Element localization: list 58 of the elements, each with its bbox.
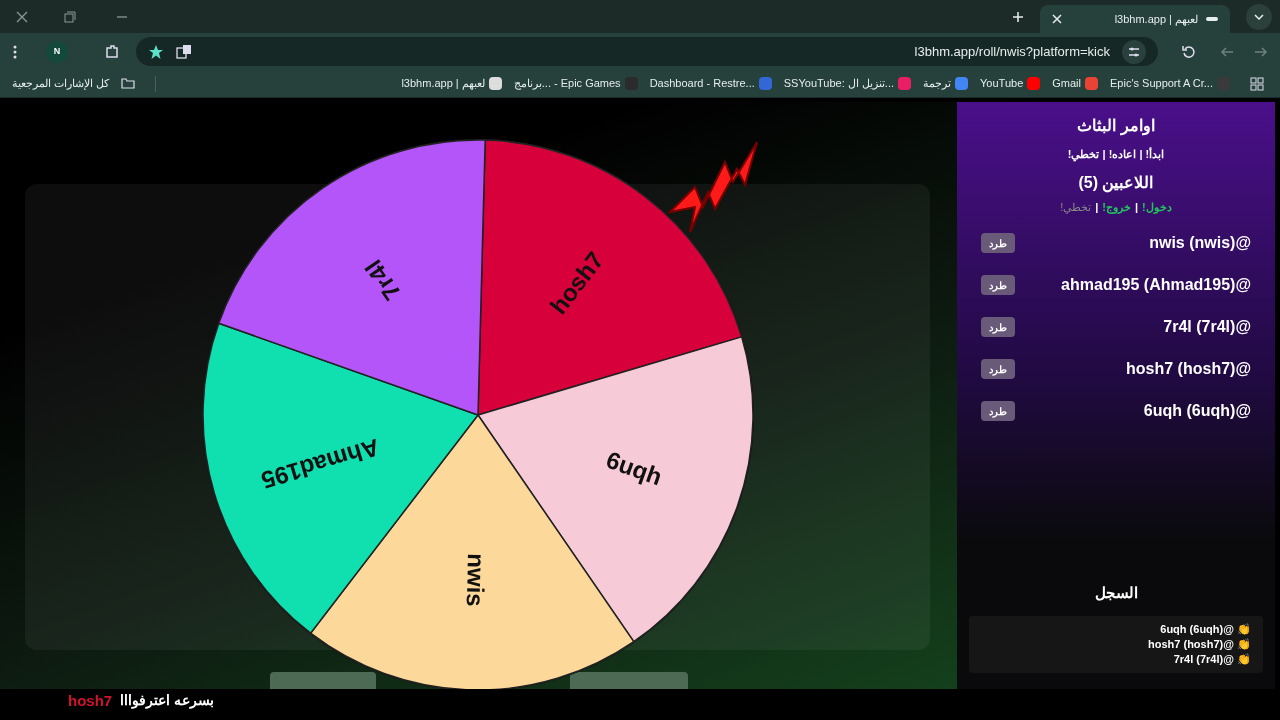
players-title: اللاعبين (5)	[1078, 172, 1154, 195]
chevron-down-icon	[1254, 13, 1264, 20]
tab-title: l3bhm.app | لعبهم	[1114, 11, 1198, 28]
player-name: @6uqh (6uqh)	[1143, 401, 1251, 421]
bookmark-link[interactable]: Gmail	[1052, 75, 1081, 92]
chat-message: بسرعه اعترفوااا	[120, 691, 215, 711]
log-title: السجل	[1094, 582, 1138, 603]
site-settings-button[interactable]	[1122, 39, 1146, 64]
all-bookmarks-link[interactable]: كل الإشارات المرجعية	[12, 75, 110, 92]
command-label: تخطي!	[1060, 199, 1092, 215]
log-entry: 👏 @7r4l (7r4l)	[1172, 652, 1251, 667]
command-label: خروج!	[1102, 199, 1132, 215]
address-bar[interactable]: l3bhm.app/roll/nwis?platform=kick	[136, 37, 1158, 66]
translate-icon[interactable]	[176, 43, 192, 60]
kick-button[interactable]: طرد	[981, 401, 1015, 421]
browser-tab[interactable]: l3bhm.app | لعبهم	[1040, 5, 1230, 33]
player-name: @ahmad195 (Ahmad195)	[1061, 275, 1251, 295]
restore-icon[interactable]	[64, 10, 76, 23]
separator: |	[1095, 199, 1099, 215]
profile-avatar[interactable]: N	[46, 40, 68, 63]
segment-label: 6uqh	[602, 445, 666, 491]
bookmark-link[interactable]: YouTube	[980, 75, 1024, 92]
panel-title: اوامر البثاث	[1077, 116, 1155, 138]
reload-icon[interactable]	[1182, 44, 1196, 59]
player-name: @hosh7 (hosh7)	[1126, 359, 1251, 379]
close-icon[interactable]	[16, 10, 28, 23]
player-name: @nwis (nwis)	[1149, 233, 1251, 253]
kick-button[interactable]: طرد	[981, 359, 1015, 379]
forward-icon[interactable]	[1254, 45, 1268, 58]
kick-button[interactable]: طرد	[981, 317, 1015, 337]
site-icon	[1206, 15, 1218, 23]
bookmark-link[interactable]: برنامج... - Epic Games	[513, 75, 621, 92]
segment-label: nwis	[461, 553, 491, 607]
chat-username: hosh7	[68, 691, 113, 711]
bookmark-link[interactable]: ترجمة	[923, 75, 952, 92]
bookmark-link[interactable]: Dashboard - Restre...	[649, 75, 755, 92]
bookmark-link[interactable]: SSYouTube: تنزيل ال...	[783, 75, 895, 92]
sliders-icon	[1128, 46, 1140, 57]
star-icon[interactable]	[148, 43, 164, 60]
player-name: @7r4l (7r4l)	[1163, 317, 1251, 337]
bookmark-link[interactable]: l3bhm.app | لعبهم	[401, 75, 485, 92]
bookmark-icon[interactable]	[488, 77, 502, 90]
streamer-commands: ابدأ! | اعاده! | تخطي!	[1067, 146, 1165, 163]
apps-grid-icon[interactable]	[1250, 76, 1264, 91]
extensions-icon[interactable]	[104, 43, 120, 60]
bookmark-link[interactable]: Epic's Support A Cr...	[1110, 75, 1213, 92]
menu-icon[interactable]	[12, 44, 18, 59]
url-text: l3bhm.app/roll/nwis?platform=kick	[914, 42, 1110, 61]
tab-list-button[interactable]	[1246, 3, 1272, 30]
command-label: دخول!	[1142, 199, 1172, 215]
folder-icon[interactable]	[121, 78, 136, 89]
kick-button[interactable]: طرد	[981, 275, 1015, 295]
separator: |	[1135, 199, 1139, 215]
log-entry: 👏 @6uqh (6uqh)	[1159, 622, 1251, 637]
back-icon[interactable]	[1220, 45, 1234, 58]
kick-button[interactable]: طرد	[981, 233, 1015, 253]
new-tab-icon[interactable]	[1012, 10, 1024, 23]
log-entry: 👏 @hosh7 (hosh7)	[1147, 637, 1251, 652]
